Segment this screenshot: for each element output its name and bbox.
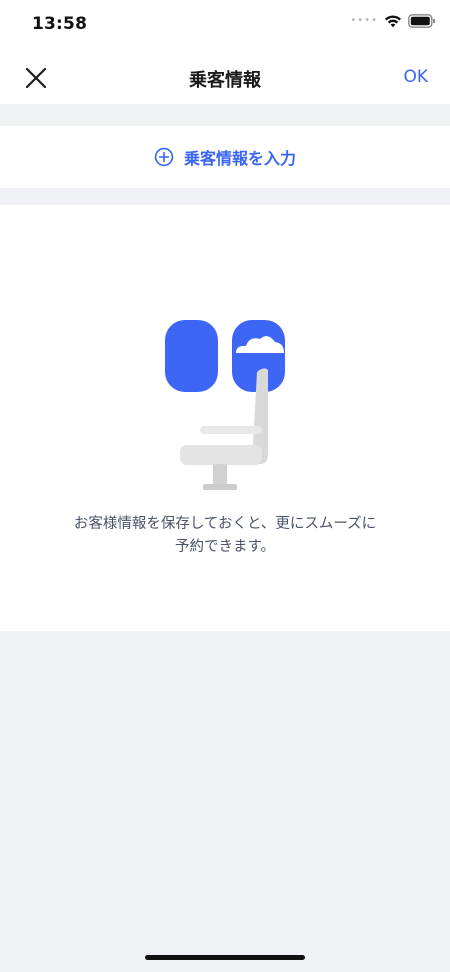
add-passenger-button[interactable]: 乗客情報を入力: [0, 126, 450, 188]
screen: 13:58 •••• 乗客情報 OK 乗客情報を入力 お客様情報を保存しておくと…: [0, 0, 450, 972]
status-bar: 13:58 ••••: [0, 0, 450, 52]
empty-state-message-line1: お客様情報を保存しておくと、更にスムーズに: [73, 516, 377, 532]
ok-button[interactable]: OK: [403, 67, 428, 87]
add-passenger-label: 乗客情報を入力: [183, 149, 296, 168]
nav-bar: 乗客情報 OK: [0, 52, 450, 104]
plus-circle-icon: [154, 147, 174, 167]
status-time: 13:58: [32, 14, 88, 34]
status-icons: ••••: [350, 14, 436, 28]
empty-state-message-line2: 予約できます。: [174, 539, 276, 555]
home-indicator[interactable]: [145, 955, 305, 960]
wifi-icon: [385, 15, 401, 28]
battery-icon: [408, 14, 435, 28]
page-title: 乗客情報: [189, 70, 261, 91]
airplane-seat-window-illustration: [165, 320, 285, 490]
signal-dots-icon: ••••: [350, 15, 378, 26]
empty-state-message: お客様情報を保存しておくと、更にスムーズに 予約できます。: [40, 513, 410, 559]
add-passenger-content: 乗客情報を入力: [154, 145, 296, 169]
empty-state: お客様情報を保存しておくと、更にスムーズに 予約できます。: [0, 205, 450, 631]
